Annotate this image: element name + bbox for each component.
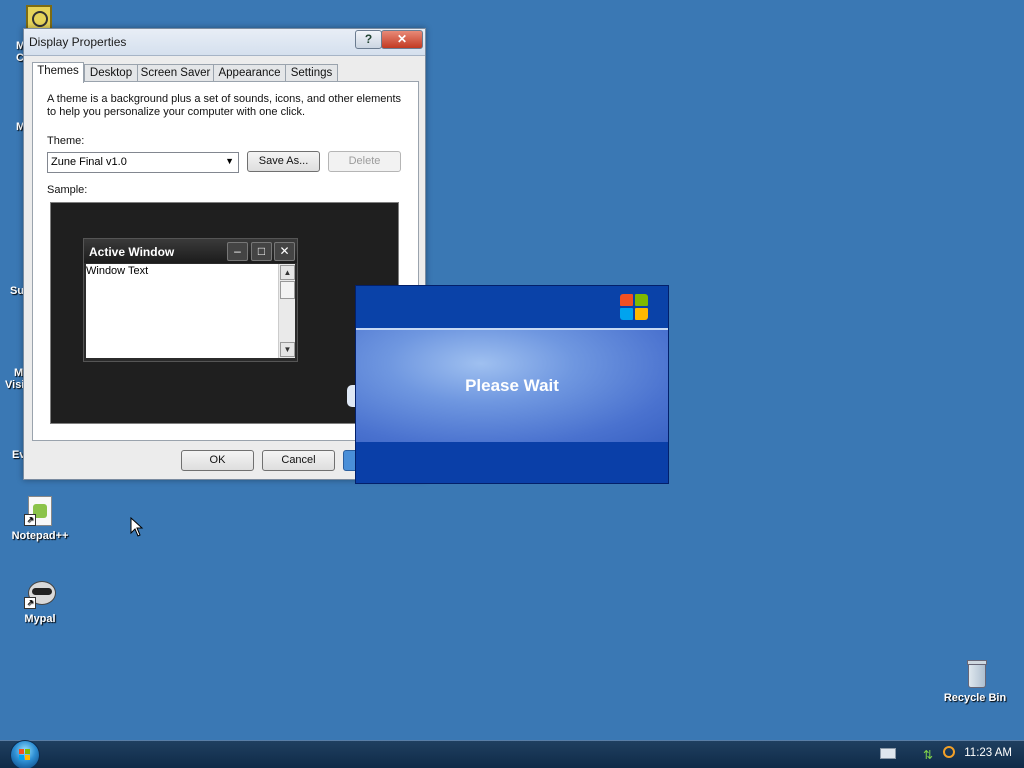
please-wait-text: Please Wait bbox=[465, 376, 559, 395]
splash-footer bbox=[356, 442, 668, 483]
tab-desktop[interactable]: Desktop bbox=[84, 64, 138, 82]
start-button[interactable] bbox=[10, 740, 40, 768]
minimize-icon: ‒ bbox=[227, 242, 248, 261]
taskbar: ⇅ 11:23 AM bbox=[0, 740, 1024, 768]
search-icon[interactable] bbox=[943, 746, 955, 758]
please-wait-dialog: Please Wait bbox=[355, 285, 669, 484]
desktop-icon-notepadpp[interactable]: ↗ Notepad++ bbox=[0, 494, 80, 542]
desktop: M C M Su M Visi Ev ↗ Notepad++ ↗ Mypal R… bbox=[0, 0, 1024, 768]
sample-active-window: Active Window ‒ □ ✕ Window Text ▲ ▼ bbox=[83, 238, 298, 362]
notepadpp-icon: ↗ bbox=[24, 494, 56, 526]
chevron-down-icon: ▼ bbox=[225, 156, 234, 166]
tab-themes[interactable]: Themes bbox=[32, 62, 84, 83]
recycle-bin-icon bbox=[959, 656, 991, 688]
sample-scrollbar: ▲ ▼ bbox=[278, 264, 295, 358]
close-button[interactable]: ✕ bbox=[381, 30, 423, 49]
theme-label: Theme: bbox=[47, 135, 85, 147]
cursor-icon bbox=[130, 517, 144, 537]
windows-logo-icon bbox=[620, 294, 650, 322]
help-button[interactable]: ? bbox=[355, 30, 382, 49]
keyboard-icon[interactable] bbox=[880, 748, 896, 759]
sample-titlebar: Active Window ‒ □ ✕ bbox=[84, 239, 297, 263]
theme-dropdown-value: Zune Final v1.0 bbox=[51, 156, 127, 168]
desktop-icon-label: Recycle Bin bbox=[943, 692, 1007, 704]
scroll-up-icon: ▲ bbox=[280, 265, 295, 280]
scroll-down-icon: ▼ bbox=[280, 342, 295, 357]
theme-preview: Active Window ‒ □ ✕ Window Text ▲ ▼ bbox=[50, 202, 399, 424]
sample-window-title: Active Window bbox=[89, 245, 175, 259]
desktop-icon-label: Mypal bbox=[24, 613, 56, 625]
clock[interactable]: 11:23 AM bbox=[964, 747, 1012, 759]
delete-button[interactable]: Delete bbox=[328, 151, 401, 172]
themes-description: A theme is a background plus a set of so… bbox=[47, 93, 402, 118]
maximize-icon: □ bbox=[251, 242, 272, 261]
cancel-button[interactable]: Cancel bbox=[262, 450, 335, 471]
sample-client-area: Window Text ▲ ▼ bbox=[86, 264, 295, 358]
theme-dropdown[interactable]: Zune Final v1.0 ▼ bbox=[47, 152, 239, 173]
desktop-icon-mypal[interactable]: ↗ Mypal bbox=[0, 577, 80, 625]
splash-header bbox=[356, 286, 668, 328]
network-icon[interactable]: ⇅ bbox=[923, 748, 937, 762]
partial-label: M bbox=[14, 367, 24, 379]
desktop-icon-label: Notepad++ bbox=[11, 530, 69, 542]
window-title: Display Properties bbox=[29, 35, 127, 49]
tab-appearance[interactable]: Appearance bbox=[213, 64, 286, 82]
scroll-thumb bbox=[280, 281, 295, 299]
partial-label: Visi bbox=[5, 379, 25, 391]
windows-flag-icon bbox=[19, 749, 31, 761]
splash-body: Please Wait bbox=[356, 328, 668, 442]
desktop-icon-recycle-bin[interactable]: Recycle Bin bbox=[935, 656, 1015, 704]
tab-screen-saver[interactable]: Screen Saver bbox=[137, 64, 214, 82]
clock-icon bbox=[32, 11, 48, 27]
sample-window-text: Window Text bbox=[86, 265, 149, 277]
window-titlebar[interactable]: Display Properties ? ✕ bbox=[24, 29, 425, 56]
ok-button[interactable]: OK bbox=[181, 450, 254, 471]
raccoon-icon: ↗ bbox=[24, 577, 56, 609]
tab-settings[interactable]: Settings bbox=[285, 64, 338, 82]
partial-label: Su bbox=[10, 285, 25, 297]
close-icon: ✕ bbox=[274, 242, 295, 261]
sample-label: Sample: bbox=[47, 184, 88, 196]
save-as-button[interactable]: Save As... bbox=[247, 151, 320, 172]
